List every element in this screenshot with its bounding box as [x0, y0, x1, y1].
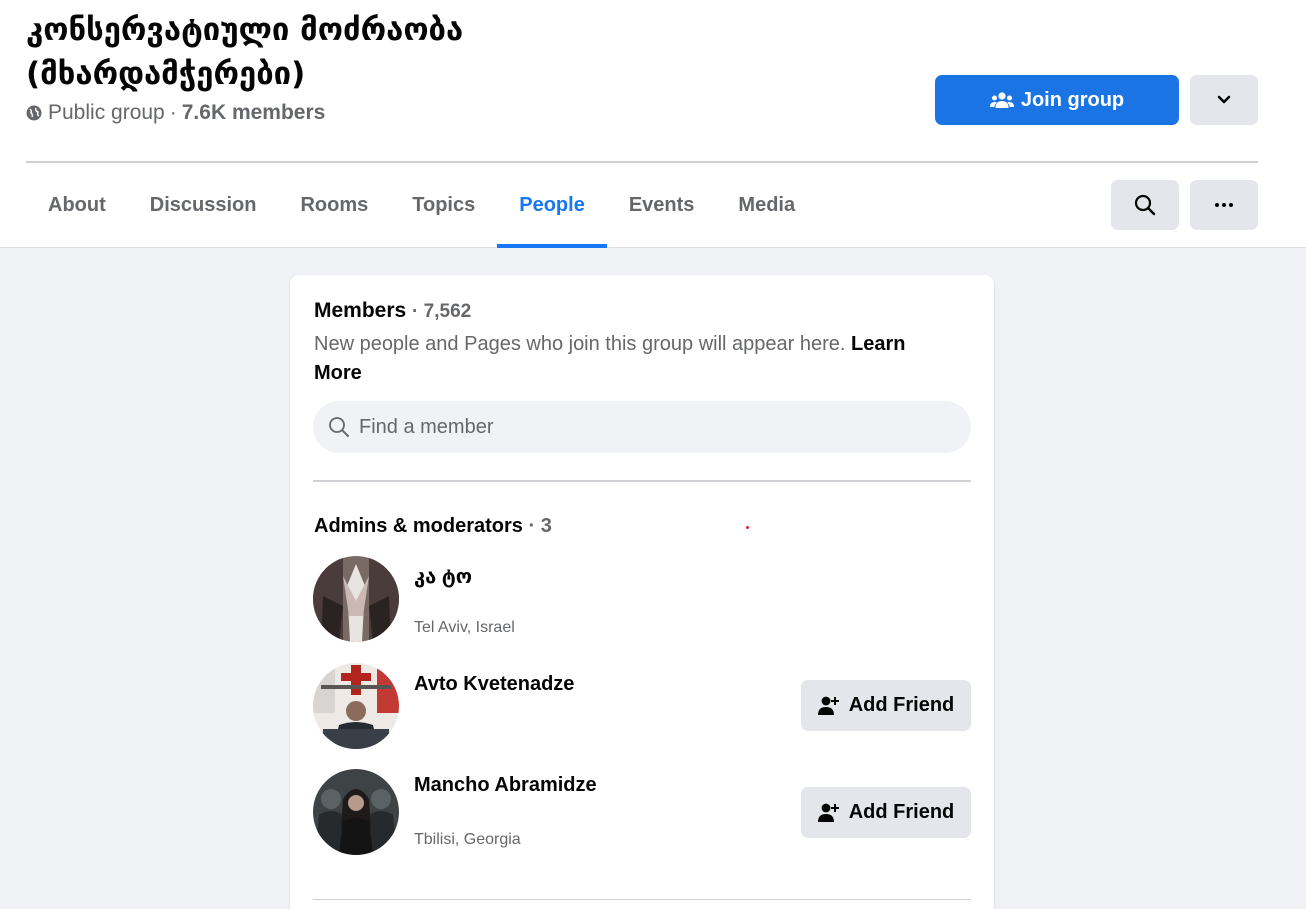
tab-people[interactable]: People	[497, 163, 607, 248]
red-dot-marker	[746, 526, 749, 529]
tab-discussion[interactable]: Discussion	[128, 163, 279, 248]
group-name: კონსერვატიული მოძრაობა (მხარდამჭერები)	[26, 12, 464, 92]
member-name[interactable]: Avto Kvetenadze	[414, 673, 574, 696]
avatar[interactable]	[313, 663, 399, 749]
member-row: Avto Kvetenadze Add Friend	[313, 663, 971, 749]
join-group-label: Join group	[1020, 88, 1125, 111]
members-count: · 7,562	[412, 301, 472, 322]
avatar-image	[313, 769, 399, 855]
chevron-down-icon	[1217, 95, 1231, 104]
group-meta: Public group · 7.6K members	[26, 101, 325, 125]
privacy-label: Public group	[48, 101, 165, 124]
member-location: Tel Aviv, Israel	[414, 619, 515, 636]
globe-icon	[26, 105, 42, 121]
join-group-button[interactable]: Join group	[935, 75, 1179, 125]
members-description-text: New people and Pages who join this group…	[314, 333, 846, 355]
person-add-icon	[817, 803, 839, 822]
avatar-image	[313, 663, 399, 749]
tab-media[interactable]: Media	[716, 163, 817, 248]
group-header: კონსერვატიული მოძრაობა (მხარდამჭერები) P…	[0, 0, 1306, 248]
admins-title: Admins & moderators	[314, 515, 523, 537]
more-options-button[interactable]	[1190, 180, 1258, 230]
group-tabs: About Discussion Rooms Topics People Eve…	[26, 163, 817, 248]
section-divider	[313, 899, 971, 900]
search-icon	[329, 417, 349, 437]
members-card: Members · 7,562 New people and Pages who…	[290, 275, 994, 909]
add-friend-button[interactable]: Add Friend	[801, 787, 971, 838]
tab-events[interactable]: Events	[607, 163, 717, 248]
member-search-input[interactable]	[359, 415, 939, 439]
members-heading: Members · 7,562	[314, 299, 471, 323]
add-friend-button[interactable]: Add Friend	[801, 680, 971, 731]
member-location: Tbilisi, Georgia	[414, 831, 521, 848]
avatar[interactable]	[313, 556, 399, 642]
member-search-field[interactable]	[313, 401, 971, 453]
section-divider	[313, 480, 971, 482]
group-people-icon	[989, 92, 1014, 108]
person-add-icon	[817, 696, 839, 715]
tab-rooms[interactable]: Rooms	[278, 163, 390, 248]
add-friend-label: Add Friend	[848, 801, 955, 823]
members-title: Members	[314, 299, 407, 322]
search-icon	[1134, 194, 1156, 216]
member-row: Mancho Abramidze Tbilisi, Georgia Add Fr…	[313, 769, 971, 855]
more-dots-icon	[1215, 203, 1233, 207]
group-options-dropdown[interactable]	[1190, 75, 1258, 125]
group-search-button[interactable]	[1111, 180, 1179, 230]
add-friend-label: Add Friend	[848, 694, 955, 716]
tab-topics[interactable]: Topics	[390, 163, 497, 248]
admins-count: · 3	[528, 515, 552, 537]
member-count[interactable]: 7.6K members	[182, 101, 326, 125]
admins-heading: Admins & moderators · 3	[314, 515, 552, 538]
meta-separator: ·	[169, 101, 177, 124]
member-name[interactable]: Mancho Abramidze	[414, 774, 597, 797]
avatar-image	[313, 556, 399, 642]
tab-about[interactable]: About	[26, 163, 128, 248]
member-name[interactable]: კა ტო	[414, 564, 472, 589]
avatar[interactable]	[313, 769, 399, 855]
members-description: New people and Pages who join this group…	[314, 330, 954, 388]
member-row: კა ტო Tel Aviv, Israel	[313, 556, 971, 642]
